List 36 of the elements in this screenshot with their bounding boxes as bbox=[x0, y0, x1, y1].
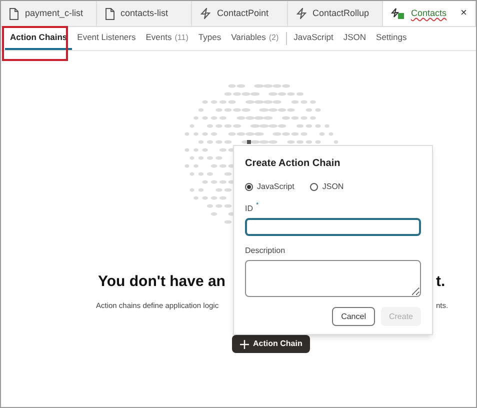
tab-label: contacts-list bbox=[120, 6, 168, 20]
tab-label: ContactPoint bbox=[217, 6, 269, 20]
document-icon bbox=[104, 8, 114, 20]
editor-tab[interactable]: Events (11) bbox=[140, 27, 194, 50]
lightning-icon bbox=[296, 8, 306, 19]
editor-tab[interactable]: Variables (2) bbox=[226, 27, 284, 50]
tab-label: ContactRollup bbox=[312, 6, 370, 20]
description-input-field[interactable] bbox=[245, 260, 421, 297]
file-tab[interactable]: Contacts × bbox=[383, 1, 476, 26]
lightning-icon bbox=[200, 8, 211, 19]
editor-tab[interactable]: JavaScript bbox=[288, 27, 338, 50]
highlight-frame bbox=[2, 26, 68, 61]
field-label: ID bbox=[245, 203, 253, 215]
file-tab[interactable]: ContactRollup bbox=[288, 1, 383, 26]
dialog-button[interactable]: Cancel bbox=[332, 307, 375, 326]
add-action-chain-button[interactable]: Action Chain bbox=[232, 335, 310, 353]
id-input-field[interactable] bbox=[245, 218, 421, 236]
radio-option[interactable]: JSON bbox=[310, 181, 344, 193]
document-icon bbox=[9, 8, 19, 20]
empty-heading: You don't have an bbox=[98, 272, 226, 292]
radio-option[interactable]: JavaScript bbox=[245, 181, 294, 193]
editor-tab[interactable]: Settings bbox=[371, 27, 412, 50]
editor-tab[interactable]: Types bbox=[193, 27, 226, 50]
field-label: Description bbox=[245, 244, 286, 257]
app-icon bbox=[391, 8, 405, 20]
dialog-title: Create Action Chain bbox=[245, 157, 342, 171]
close-icon[interactable]: × bbox=[460, 5, 467, 22]
editor-tab[interactable]: Event Listeners bbox=[72, 27, 141, 50]
editor-tab[interactable]: Action Chains bbox=[5, 27, 72, 50]
tab-label: payment_c-list bbox=[25, 6, 84, 20]
file-tab[interactable]: contacts-list bbox=[96, 1, 192, 26]
editor-tab[interactable]: JSON bbox=[338, 27, 372, 50]
empty-heading: t. bbox=[436, 272, 446, 292]
tab-label: Contacts bbox=[411, 6, 447, 20]
plus-icon bbox=[240, 340, 249, 348]
marker-icon bbox=[247, 140, 251, 144]
